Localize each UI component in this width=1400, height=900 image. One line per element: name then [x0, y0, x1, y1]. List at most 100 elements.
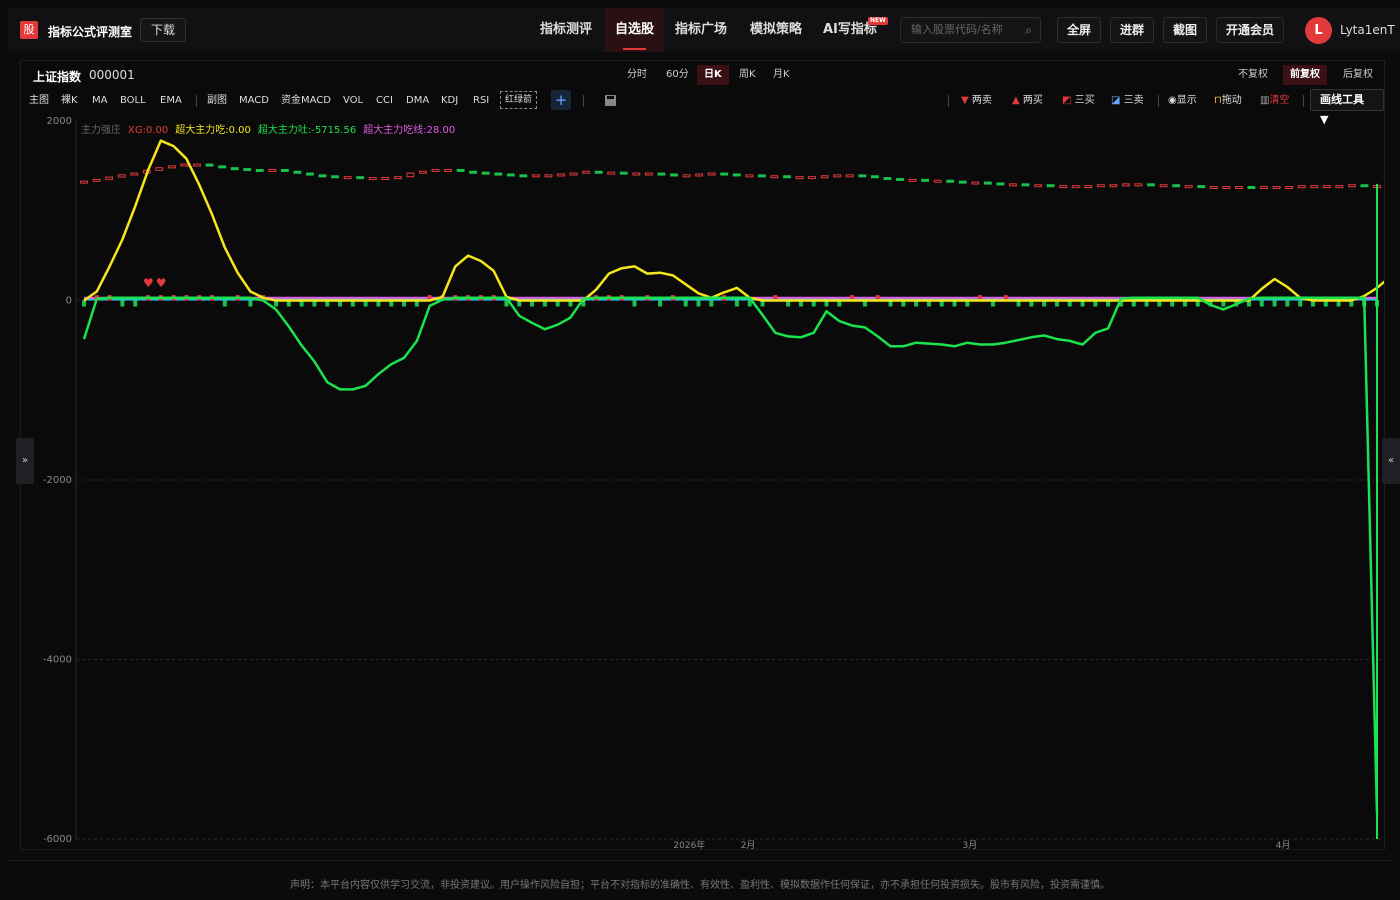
candle: [481, 171, 490, 175]
screenshot-button[interactable]: 截图: [1163, 17, 1208, 43]
nav-tab-watchlist[interactable]: 自选股: [605, 8, 665, 52]
disclaimer-text: 声明：本平台内容仅供学习交流，非投资建议。用户操作风险自担；平台不对指标的准确性…: [290, 880, 1110, 891]
ema-button[interactable]: EMA: [160, 94, 182, 108]
green-bar: [1298, 300, 1303, 307]
vol-button[interactable]: VOL: [343, 94, 363, 108]
username[interactable]: Lyta1enT: [1340, 23, 1395, 37]
nav-tab-indicator-review[interactable]: 指标测评: [530, 8, 602, 52]
nav-tab-ai-indicator[interactable]: AI写指标: [813, 8, 887, 52]
candle: [1347, 184, 1356, 188]
search-input[interactable]: 输入股票代码/名称 ⌕: [900, 17, 1041, 43]
candle: [218, 165, 227, 169]
candle: [1184, 185, 1193, 189]
chart-panel: 上证指数 000001 分时 60分 日K 周K 月K 不复权 前复权 后复权 …: [20, 60, 1385, 850]
adjust-none[interactable]: 不复权: [1231, 65, 1275, 85]
candle: [205, 163, 214, 167]
candle: [1360, 184, 1369, 188]
add-indicator-button[interactable]: +: [551, 90, 571, 110]
candle: [293, 170, 302, 174]
candle: [1109, 184, 1118, 188]
green-bar: [734, 300, 739, 307]
candle: [1071, 185, 1080, 189]
x-tick-label: 2月: [741, 840, 756, 849]
candle: [707, 172, 716, 176]
nav-tab-sim-strategy[interactable]: 模拟策略: [740, 8, 812, 52]
candle: [720, 172, 729, 176]
fullscreen-button[interactable]: 全屏: [1057, 17, 1102, 43]
two-buy-label: 两买: [1022, 95, 1043, 106]
period-weekly[interactable]: 周K: [732, 65, 763, 85]
period-60min[interactable]: 60分: [659, 65, 696, 85]
candle: [356, 176, 365, 180]
candle: [1172, 184, 1181, 188]
three-buy-label: 三买: [1074, 95, 1095, 106]
sub-chart-button[interactable]: 副图: [207, 94, 227, 108]
adjust-backward[interactable]: 后复权: [1336, 65, 1380, 85]
candle: [80, 180, 88, 184]
candle: [255, 168, 264, 172]
candle: [983, 181, 992, 185]
period-daily[interactable]: 日K: [697, 65, 729, 85]
fund-macd-button[interactable]: 资金MACD: [281, 94, 331, 108]
candle: [1122, 183, 1130, 187]
candle: [632, 172, 641, 176]
period-monthly[interactable]: 月K: [766, 65, 797, 85]
divider: [1158, 95, 1159, 107]
candle: [180, 163, 189, 167]
candle: [1260, 186, 1268, 190]
symbol-code: 000001: [89, 68, 135, 82]
indicator-chart[interactable]: 2000 0 -2000 -4000 -6000 2026年 2月 3月 4月 主力强庄 XG:0.…: [21, 111, 1384, 849]
show-button[interactable]: ◉显示: [1168, 94, 1197, 108]
legend-item: 主力强庄: [81, 123, 121, 136]
candle: [331, 175, 339, 179]
legend-item: 超大主力吃线:28.00: [363, 123, 455, 136]
adjust-forward[interactable]: 前复权: [1283, 65, 1327, 85]
candle: [406, 172, 415, 178]
search-icon[interactable]: ⌕: [1025, 18, 1032, 42]
candle: [1285, 186, 1294, 190]
candle: [870, 175, 879, 179]
download-button[interactable]: 下载: [140, 18, 187, 42]
macd-button[interactable]: MACD: [239, 94, 269, 108]
green-bar: [696, 300, 701, 307]
green-bar: [248, 300, 253, 307]
three-sell-button[interactable]: ◪ 三卖: [1111, 94, 1144, 108]
clear-button[interactable]: ▥清空: [1260, 94, 1289, 108]
nav-tab-indicator-square[interactable]: 指标广场: [665, 8, 737, 52]
membership-button[interactable]: 开通会员: [1216, 17, 1285, 43]
two-buy-button[interactable]: ▲ 两买: [1012, 94, 1043, 108]
candle: [820, 175, 829, 179]
avatar[interactable]: L: [1305, 17, 1332, 44]
naked-k-button[interactable]: 裸K: [61, 94, 78, 108]
new-badge: NEW: [868, 17, 888, 25]
candle: [318, 174, 327, 178]
two-sell-button[interactable]: ▼ 两卖: [961, 94, 992, 108]
cci-button[interactable]: CCI: [376, 94, 393, 108]
dma-button[interactable]: DMA: [406, 94, 429, 108]
boll-button[interactable]: BOLL: [120, 94, 146, 108]
candle: [456, 168, 465, 172]
up-triangle-icon: ▲: [1012, 95, 1020, 106]
green-bar: [82, 300, 86, 307]
expand-right-icon[interactable]: «: [1382, 438, 1400, 484]
candle: [883, 177, 892, 181]
kdj-button[interactable]: KDJ: [441, 94, 458, 108]
main-chart-button[interactable]: 主图: [29, 94, 49, 108]
draw-tools-dropdown[interactable]: 画线工具 ▼: [1310, 89, 1384, 126]
join-group-button[interactable]: 进群: [1110, 17, 1155, 43]
candle: [757, 174, 766, 178]
candle: [1046, 184, 1055, 188]
legend-item: 超大主力吐:-5715.56: [258, 123, 356, 136]
candle: [657, 172, 666, 176]
save-icon[interactable]: [605, 95, 616, 106]
heart-marker: ♥: [156, 276, 167, 290]
rsi-button[interactable]: RSI: [473, 94, 489, 108]
drag-button[interactable]: ⊓拖动: [1214, 94, 1242, 108]
ma-button[interactable]: MA: [92, 94, 107, 108]
lock-icon: ⊓: [1214, 95, 1222, 106]
period-intraday[interactable]: 分时: [620, 65, 654, 85]
custom-indicator-button[interactable]: 红绿箭: [500, 91, 538, 109]
expand-left-icon[interactable]: »: [16, 438, 34, 484]
three-buy-button[interactable]: ◩ 三买: [1062, 94, 1095, 108]
candle: [306, 172, 314, 176]
